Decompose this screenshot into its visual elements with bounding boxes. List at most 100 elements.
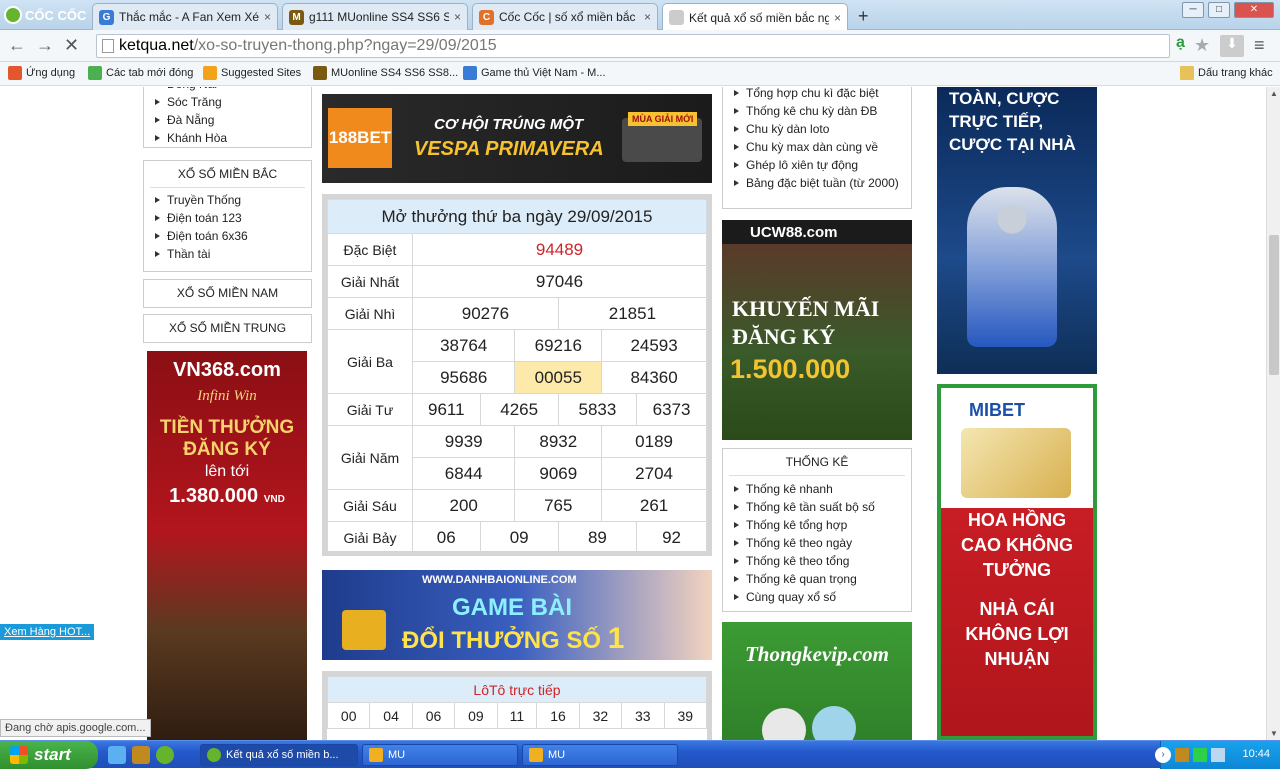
nav-link[interactable]: Truyền Thống: [144, 191, 311, 209]
tab-close-icon[interactable]: ×: [644, 10, 651, 24]
forward-arrow-icon[interactable]: →: [36, 35, 54, 56]
nav-link[interactable]: Thống kê quan trọng: [723, 570, 911, 588]
sport-ad[interactable]: TOÀN, CƯỢC TRỰC TIẾP, CƯỢC TẠI NHÀ: [937, 87, 1097, 374]
danhbai-line2: ĐỔI THƯỞNG SỐ: [402, 627, 602, 654]
bookmark-item[interactable]: Các tab mới đóng: [88, 66, 193, 80]
nav-link[interactable]: Thống kê chu kỳ dàn ĐB: [723, 102, 911, 120]
clock[interactable]: 10:44: [1242, 748, 1270, 760]
nav-link[interactable]: Thần tài: [144, 245, 311, 263]
close-window-button[interactable]: ✕: [1234, 2, 1274, 18]
tab-close-icon[interactable]: ×: [834, 11, 841, 25]
mien-bac-title[interactable]: XỔ SỐ MIỀN BẮC: [150, 161, 305, 188]
start-button[interactable]: start: [0, 741, 98, 769]
taskbar-item-mu-2[interactable]: MU: [522, 744, 678, 766]
mibet-ad[interactable]: MIBET HOA HỒNG CAO KHÔNG TƯỞNG NHÀ CÁI KHÔN…: [937, 384, 1097, 740]
mien-nam-box[interactable]: XỔ SỐ MIỀN NAM: [143, 279, 312, 308]
tab-1[interactable]: G Thắc mắc - A Fan Xem Xét Gi ×: [92, 3, 278, 30]
nav-link[interactable]: Thống kê theo tổng: [723, 552, 911, 570]
address-bar: ← → ✕ ketqua.net/xo-so-truyen-thong.php?…: [0, 30, 1280, 62]
nav-link[interactable]: Thống kê theo ngày: [723, 534, 911, 552]
tab-title: Thắc mắc - A Fan Xem Xét Gi: [119, 10, 259, 24]
nav-link[interactable]: Chu kỳ max dàn cùng về: [723, 138, 911, 156]
mien-nam-title[interactable]: XỔ SỐ MIỀN NAM: [150, 280, 305, 306]
188bet-line1: CƠ HỘI TRÚNG MỘT: [434, 116, 584, 133]
tab-close-icon[interactable]: ×: [264, 10, 271, 24]
bookmark-icon: [88, 66, 102, 80]
nav-link[interactable]: Ghép lô xiên tự động: [723, 156, 911, 174]
thongkevip-ad[interactable]: Thongkevip.com: [722, 622, 912, 740]
scroll-down-icon[interactable]: ▼: [1270, 729, 1278, 738]
loto-number: 16: [536, 702, 580, 729]
ie-quicklaunch-icon[interactable]: [108, 746, 126, 764]
bookmark-star-icon[interactable]: ★: [1194, 35, 1210, 56]
hot-products-link[interactable]: Xem Hàng HOT...: [0, 624, 95, 640]
taskbar-item-browser[interactable]: Kết quả xổ số miền b...: [200, 744, 358, 766]
mien-trung-box[interactable]: XỔ SỐ MIỀN TRUNG: [143, 314, 312, 343]
bookmark-item[interactable]: Game thủ Việt Nam - M...: [463, 66, 606, 80]
new-tab-button[interactable]: +: [858, 6, 869, 27]
thong-ke-box: THỐNG KÊ Thống kê nhanh Thống kê tần suất…: [722, 448, 912, 612]
tray-mu-icon[interactable]: [1175, 748, 1189, 762]
tab-4[interactable]: Kết quả xổ số miền bắc ngày ×: [662, 3, 848, 31]
prize-row: Giải Bảy 06 09 89 92: [327, 521, 707, 554]
browser-logo[interactable]: CỐC CỐC: [4, 5, 86, 25]
nav-link[interactable]: Điện toán 6x36: [144, 227, 311, 245]
scroll-up-icon[interactable]: ▲: [1270, 89, 1278, 98]
translate-icon[interactable]: ạ: [1176, 34, 1185, 52]
prize-number: 6373: [636, 393, 707, 426]
back-arrow-icon[interactable]: ←: [8, 35, 26, 56]
tab-close-icon[interactable]: ×: [454, 10, 461, 24]
mibet-line: HOA HỒNG: [967, 510, 1067, 530]
nav-link[interactable]: Điện toán 123: [144, 209, 311, 227]
tab-3[interactable]: C Cốc Cốc | số xổ miền bắc ×: [472, 3, 658, 30]
nav-link[interactable]: Đà Nẵng: [144, 111, 311, 129]
nav-link[interactable]: Chu kỳ dàn loto: [723, 120, 911, 138]
188bet-banner[interactable]: 188BET CƠ HỘI TRÚNG MỘT VESPA PRIMAVERA …: [322, 94, 712, 183]
mu-quicklaunch-icon[interactable]: [132, 746, 150, 764]
scroll-thumb[interactable]: [1269, 235, 1279, 375]
bookmark-item[interactable]: Ứng dụng: [8, 66, 75, 80]
minimize-button[interactable]: ─: [1182, 2, 1204, 18]
ucw88-ad[interactable]: UCW88.com KHUYẾN MÃI ĐĂNG KÝ 1.500.000: [722, 220, 912, 440]
download-icon[interactable]: ⬇: [1220, 35, 1244, 57]
maximize-button[interactable]: □: [1208, 2, 1230, 18]
bookmark-item[interactable]: Suggested Sites: [203, 66, 301, 80]
danhbai-banner[interactable]: WWW.DANHBAIONLINE.COM GAME BÀI ĐỔI THƯỞN…: [322, 570, 712, 660]
other-bookmarks[interactable]: Dấu trang khác: [1180, 66, 1273, 80]
vertical-scrollbar[interactable]: ▲ ▼: [1266, 87, 1280, 740]
page-icon: [102, 39, 114, 53]
loto-number: 00: [326, 702, 371, 729]
stop-loading-icon[interactable]: ✕: [64, 35, 79, 56]
bookmark-item[interactable]: MUonline SS4 SS6 SS8...: [313, 66, 458, 80]
nav-link[interactable]: Khánh Hòa: [144, 129, 311, 147]
prize-number: 97046: [412, 265, 707, 298]
danhbai-site: WWW.DANHBAIONLINE.COM: [422, 574, 577, 586]
vn368-script: Infini Win: [197, 388, 257, 404]
tray-green-icon[interactable]: [1193, 748, 1207, 762]
nav-link[interactable]: Sóc Trăng: [144, 93, 311, 111]
nav-link[interactable]: Cùng quay xổ số: [723, 588, 911, 606]
prize-number: 69216: [514, 329, 603, 362]
tray-network-icon[interactable]: [1211, 748, 1225, 762]
nav-link[interactable]: Thống kê tổng hợp: [723, 516, 911, 534]
nav-link[interactable]: Tổng hợp chu kì đặc biệt: [723, 87, 911, 102]
taskbar-item-mu-1[interactable]: MU: [362, 744, 518, 766]
results-table: Mở thưởng thứ ba ngày 29/09/2015 Đặc Biệt…: [322, 194, 712, 556]
mibet-brand: MIBET: [969, 400, 1025, 420]
url-field[interactable]: ketqua.net/xo-so-truyen-thong.php?ngay=2…: [96, 34, 1170, 58]
nav-link[interactable]: Thống kê tần suất bộ số: [723, 498, 911, 516]
nav-link[interactable]: Thống kê nhanh: [723, 480, 911, 498]
menu-icon[interactable]: ≡: [1254, 35, 1265, 56]
coccoc-quicklaunch-icon[interactable]: [156, 746, 174, 764]
mu-icon: [529, 748, 543, 762]
vn368-ad[interactable]: VN368.com Infini Win TIỀN THƯỞNG ĐĂNG KÝ…: [147, 351, 307, 740]
prize-number: 84360: [601, 361, 707, 394]
tray-expand-icon[interactable]: ›: [1155, 747, 1171, 763]
mibet-line: NHÀ CÁI: [979, 599, 1055, 619]
prize-number: 24593: [601, 329, 707, 362]
mien-trung-title[interactable]: XỔ SỐ MIỀN TRUNG: [150, 315, 305, 341]
nav-link[interactable]: Bảng đặc biệt tuần (từ 2000): [723, 174, 911, 192]
tab-2[interactable]: Mg111 MUonline SS4 SS6 SS8 S ×: [282, 3, 468, 30]
start-label: start: [34, 745, 71, 764]
prize-number: 6844: [411, 457, 516, 490]
